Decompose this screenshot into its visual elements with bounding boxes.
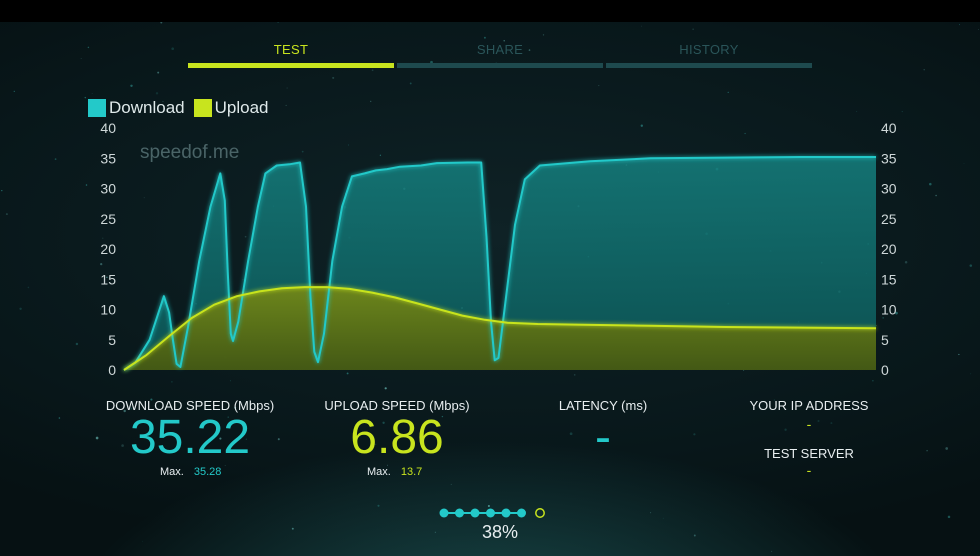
- y-tick-label-left: 35: [100, 150, 116, 166]
- progress-steps: [439, 508, 545, 518]
- star: [945, 447, 949, 450]
- y-tick-label-left: 25: [100, 211, 116, 227]
- y-tick-label-right: 25: [881, 211, 897, 227]
- y-tick-label-left: 10: [100, 302, 116, 318]
- star: [434, 531, 436, 533]
- progress-dot-complete: [517, 508, 526, 518]
- test-server-value: -: [806, 462, 812, 478]
- download-speed-value: 35.22: [129, 411, 251, 464]
- star: [450, 483, 452, 485]
- ip-address-value: -: [806, 416, 812, 432]
- star: [142, 540, 144, 542]
- watermark-text: speedof.me: [140, 142, 239, 163]
- upload-speed-value: 6.86: [350, 411, 444, 464]
- star: [58, 417, 61, 419]
- upload-max-label: Max.: [367, 466, 391, 478]
- y-axis-right: 0 5 10 15 20 25 30 35 40: [881, 120, 897, 378]
- progress-dot-pending: [535, 508, 545, 518]
- y-tick-label-left: 15: [100, 271, 116, 287]
- star: [377, 504, 380, 507]
- star: [947, 515, 951, 519]
- latency-value: -: [595, 411, 611, 464]
- y-tick-label-left: 20: [100, 241, 116, 257]
- progress-dot-complete: [439, 508, 449, 518]
- upload-max-value: 13.7: [400, 466, 423, 478]
- star: [693, 534, 696, 537]
- y-tick-label-left: 30: [100, 181, 116, 197]
- y-axis-left: 0 5 10 15 20 25 30 35 40: [100, 120, 116, 378]
- test-server-label: TEST SERVER: [764, 446, 854, 461]
- y-tick-label-right: 0: [881, 362, 889, 378]
- star: [693, 433, 696, 436]
- progress-percent: 38%: [481, 522, 519, 542]
- y-tick-label-right: 5: [881, 332, 889, 348]
- star: [95, 436, 99, 440]
- star: [291, 527, 294, 530]
- y-tick-label-right: 20: [881, 241, 897, 257]
- progress-dot-complete: [501, 508, 511, 518]
- y-tick-label-right: 40: [881, 120, 897, 136]
- upload-max: Max. 13.7: [367, 466, 422, 478]
- star: [662, 517, 664, 519]
- y-tick-label-right: 15: [881, 271, 897, 287]
- chart-series: [123, 156, 877, 371]
- download-max-value: 35.28: [193, 466, 222, 478]
- speed-chart: speedof.me 0 5 10 15 20 25 30 35 40 0 5 10 15 20 25 30…: [100, 120, 897, 378]
- star: [926, 449, 928, 452]
- y-tick-label-right: 35: [881, 150, 897, 166]
- y-tick-label-right: 30: [881, 181, 897, 197]
- y-tick-label-right: 10: [881, 302, 897, 318]
- ip-address-label: YOUR IP ADDRESS: [749, 398, 869, 413]
- progress-dot-complete: [470, 508, 480, 518]
- star: [650, 512, 652, 514]
- progress-dot-complete: [486, 508, 495, 518]
- star: [224, 465, 226, 466]
- y-tick-label-left: 5: [108, 332, 116, 348]
- star: [771, 550, 773, 552]
- y-tick-label-left: 0: [108, 362, 116, 378]
- progress-dot-complete: [455, 508, 464, 518]
- download-max-label: Max.: [160, 466, 184, 478]
- y-tick-label-left: 40: [100, 120, 116, 136]
- download-max: Max. 35.28: [160, 466, 221, 478]
